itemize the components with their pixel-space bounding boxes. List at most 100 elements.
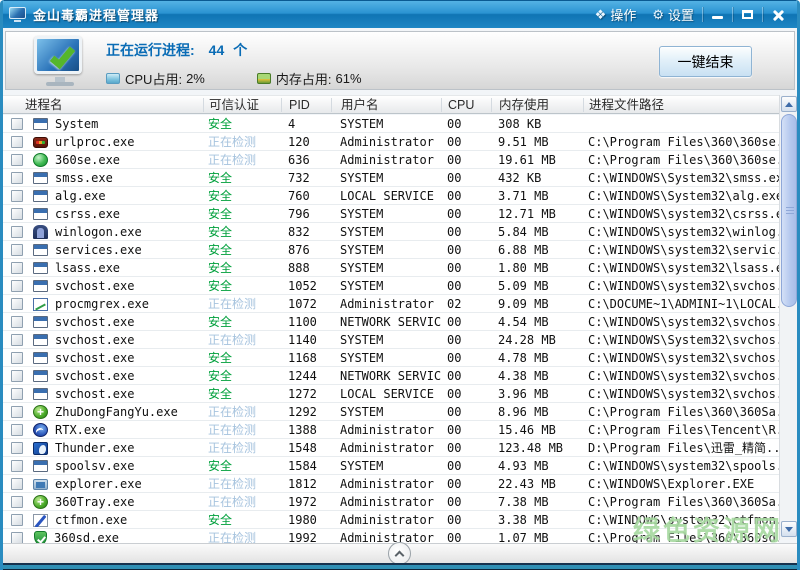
row-checkbox[interactable] bbox=[11, 496, 23, 508]
table-row[interactable]: csrss.exe 安全 796 SYSTEM 00 12.71 MB C:\W… bbox=[3, 205, 779, 223]
row-checkbox[interactable] bbox=[11, 424, 23, 436]
table-row[interactable]: winlogon.exe 安全 832 SYSTEM 00 5.84 MB C:… bbox=[3, 223, 779, 241]
row-checkbox[interactable] bbox=[11, 478, 23, 490]
trust-status: 正在检测 bbox=[203, 439, 281, 456]
row-checkbox[interactable] bbox=[11, 316, 23, 328]
table-row[interactable]: spoolsv.exe 安全 1584 SYSTEM 00 4.93 MB C:… bbox=[3, 457, 779, 475]
table-row[interactable]: svchost.exe 安全 1052 SYSTEM 00 5.09 MB C:… bbox=[3, 277, 779, 295]
memory-usage: 5.09 MB bbox=[491, 279, 583, 293]
scrollbar-thumb[interactable] bbox=[781, 114, 797, 307]
table-row[interactable]: RTX.exe 正在检测 1388 Administrator 00 15.46… bbox=[3, 421, 779, 439]
row-checkbox[interactable] bbox=[11, 226, 23, 238]
row-checkbox[interactable] bbox=[11, 280, 23, 292]
table-row[interactable]: 360se.exe 正在检测 636 Administrator 00 19.6… bbox=[3, 151, 779, 169]
file-path: C:\WINDOWS\system32\svchos... bbox=[583, 315, 779, 329]
table-row[interactable]: svchost.exe 安全 1244 NETWORK SERVICE 00 4… bbox=[3, 367, 779, 385]
trust-status: 正在检测 bbox=[203, 295, 281, 312]
table-row[interactable]: 360sd.exe 正在检测 1992 Administrator 00 1.0… bbox=[3, 529, 779, 543]
table-row[interactable]: System 安全 4 SYSTEM 00 308 KB bbox=[3, 115, 779, 133]
table-row[interactable]: svchost.exe 安全 1272 LOCAL SERVICE 00 3.9… bbox=[3, 385, 779, 403]
table-row[interactable]: 360Tray.exe 正在检测 1972 Administrator 00 7… bbox=[3, 493, 779, 511]
arrow-down-icon bbox=[785, 527, 793, 532]
column-header-trust[interactable]: 可信认证 bbox=[203, 98, 281, 112]
table-row[interactable]: Thunder.exe 正在检测 1548 Administrator 00 1… bbox=[3, 439, 779, 457]
user-name: SYSTEM bbox=[331, 243, 441, 257]
cpu-usage: 00 bbox=[441, 243, 491, 257]
memory-usage: 8.96 MB bbox=[491, 405, 583, 419]
row-checkbox[interactable] bbox=[11, 298, 23, 310]
minimize-button[interactable] bbox=[703, 6, 732, 24]
scroll-up-button[interactable] bbox=[781, 96, 797, 112]
window-icon bbox=[33, 172, 48, 184]
memory-usage: 4.54 MB bbox=[491, 315, 583, 329]
row-checkbox[interactable] bbox=[11, 532, 23, 544]
table-row[interactable]: urlproc.exe 正在检测 120 Administrator 00 9.… bbox=[3, 133, 779, 151]
table-row[interactable]: svchost.exe 安全 1100 NETWORK SERVICE 00 4… bbox=[3, 313, 779, 331]
cpu-label: CPU占用: bbox=[125, 69, 182, 88]
table-row[interactable]: smss.exe 安全 732 SYSTEM 00 432 KB C:\WIND… bbox=[3, 169, 779, 187]
table-row[interactable]: ZhuDongFangYu.exe 正在检测 1292 SYSTEM 00 8.… bbox=[3, 403, 779, 421]
row-checkbox[interactable] bbox=[11, 172, 23, 184]
table-row[interactable]: svchost.exe 正在检测 1140 SYSTEM 00 24.28 MB… bbox=[3, 331, 779, 349]
trust-status: 安全 bbox=[203, 241, 281, 258]
row-checkbox[interactable] bbox=[11, 388, 23, 400]
memory-usage: 3.71 MB bbox=[491, 189, 583, 203]
table-row[interactable]: alg.exe 安全 760 LOCAL SERVICE 00 3.71 MB … bbox=[3, 187, 779, 205]
row-checkbox[interactable] bbox=[11, 154, 23, 166]
menu-settings-label: 设置 bbox=[668, 5, 694, 24]
menu-settings[interactable]: ⚙ 设置 bbox=[644, 5, 702, 24]
row-checkbox[interactable] bbox=[11, 460, 23, 472]
app-logo-icon bbox=[9, 7, 26, 22]
collapse-button[interactable] bbox=[388, 542, 411, 565]
row-checkbox[interactable] bbox=[11, 136, 23, 148]
table-row[interactable]: explorer.exe 正在检测 1812 Administrator 00 … bbox=[3, 475, 779, 493]
close-button[interactable] bbox=[763, 6, 792, 24]
scroll-down-button[interactable] bbox=[781, 521, 797, 537]
pid-value: 1052 bbox=[281, 279, 331, 293]
table-row[interactable]: ctfmon.exe 安全 1980 Administrator 00 3.38… bbox=[3, 511, 779, 529]
cpu-usage: 00 bbox=[441, 405, 491, 419]
row-checkbox[interactable] bbox=[11, 370, 23, 382]
column-header-user[interactable]: 用户名 bbox=[331, 98, 441, 112]
vertical-scrollbar[interactable] bbox=[779, 95, 797, 540]
menu-action[interactable]: ❖ 操作 bbox=[587, 5, 645, 24]
row-checkbox[interactable] bbox=[11, 406, 23, 418]
traffic-icon bbox=[33, 137, 48, 148]
row-checkbox[interactable] bbox=[11, 208, 23, 220]
window-bottom-border bbox=[0, 563, 800, 570]
file-path: C:\WINDOWS\System32\svchos... bbox=[583, 333, 779, 347]
row-checkbox[interactable] bbox=[11, 244, 23, 256]
pid-value: 760 bbox=[281, 189, 331, 203]
menu-action-label: 操作 bbox=[610, 5, 636, 24]
pid-value: 876 bbox=[281, 243, 331, 257]
maximize-icon bbox=[742, 10, 753, 19]
cpu-value: 2% bbox=[186, 71, 205, 86]
maximize-button[interactable] bbox=[733, 6, 762, 24]
row-checkbox[interactable] bbox=[11, 190, 23, 202]
table-row[interactable]: svchost.exe 安全 1168 SYSTEM 00 4.78 MB C:… bbox=[3, 349, 779, 367]
running-count: 44 bbox=[209, 42, 225, 58]
process-name: explorer.exe bbox=[55, 477, 142, 491]
process-name: procmgrex.exe bbox=[55, 297, 149, 311]
file-path: C:\Program Files\360\360Sa... bbox=[583, 495, 779, 509]
pid-value: 4 bbox=[281, 117, 331, 131]
row-checkbox[interactable] bbox=[11, 118, 23, 130]
row-checkbox[interactable] bbox=[11, 334, 23, 346]
column-header-memory[interactable]: 内存使用 bbox=[491, 98, 583, 112]
column-header-name[interactable]: 进程名 bbox=[3, 98, 203, 112]
row-checkbox[interactable] bbox=[11, 352, 23, 364]
column-header-path[interactable]: 进程文件路径 bbox=[583, 98, 779, 112]
user-name: SYSTEM bbox=[331, 405, 441, 419]
table-row[interactable]: lsass.exe 安全 888 SYSTEM 00 1.80 MB C:\WI… bbox=[3, 259, 779, 277]
row-checkbox[interactable] bbox=[11, 514, 23, 526]
column-header-cpu[interactable]: CPU bbox=[441, 98, 491, 112]
table-row[interactable]: procmgrex.exe 正在检测 1072 Administrator 02… bbox=[3, 295, 779, 313]
row-checkbox[interactable] bbox=[11, 442, 23, 454]
table-row[interactable]: services.exe 安全 876 SYSTEM 00 6.88 MB C:… bbox=[3, 241, 779, 259]
trust-status: 安全 bbox=[203, 223, 281, 240]
end-process-button[interactable]: 一键结束 bbox=[659, 46, 752, 77]
row-checkbox[interactable] bbox=[11, 262, 23, 274]
column-header-pid[interactable]: PID bbox=[281, 98, 331, 112]
cpu-usage: 00 bbox=[441, 117, 491, 131]
trust-status: 正在检测 bbox=[203, 133, 281, 150]
